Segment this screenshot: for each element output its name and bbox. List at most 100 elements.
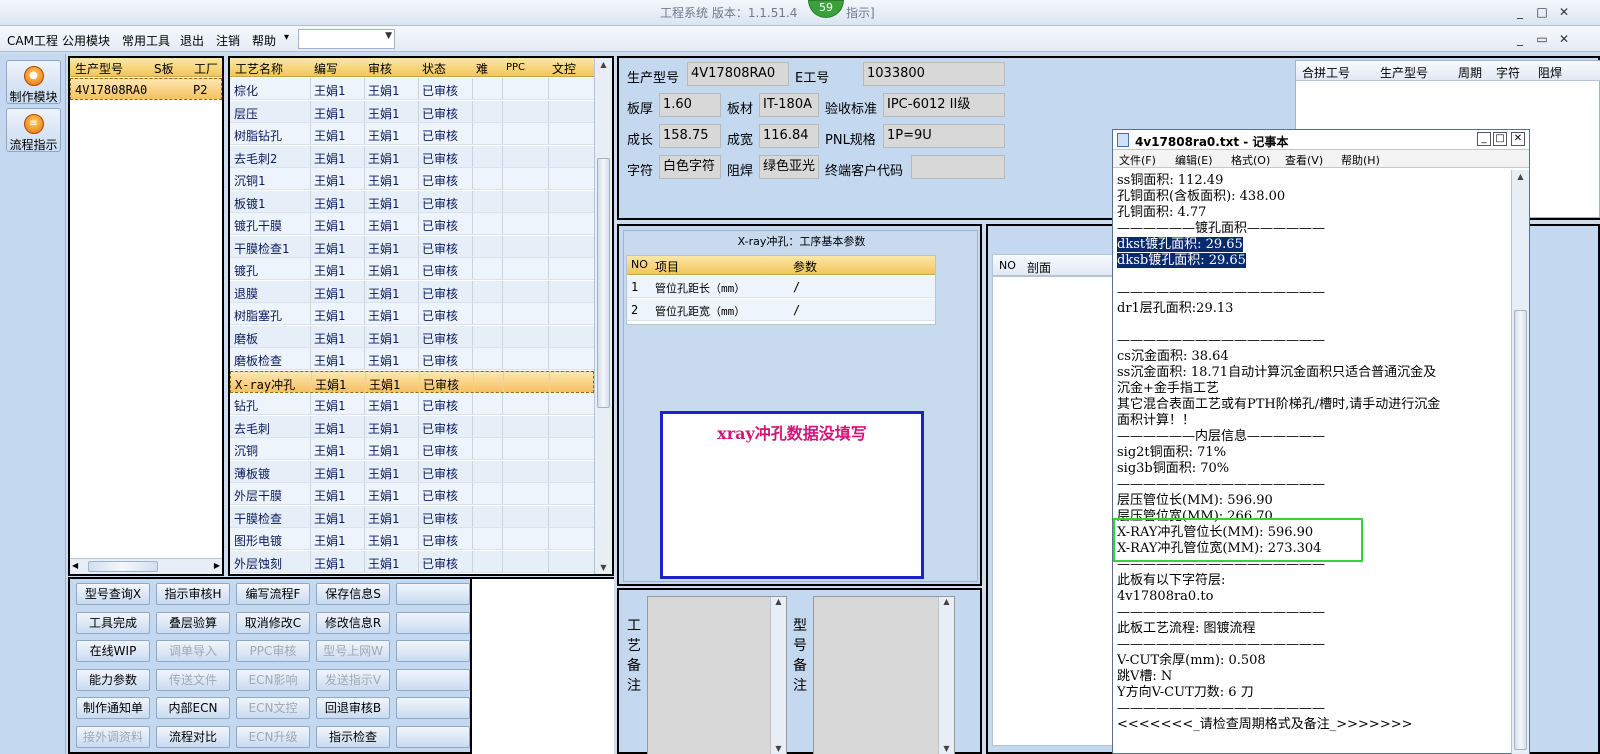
column-header[interactable]: NO	[999, 259, 1016, 272]
menu-tools[interactable]: 常用工具	[122, 32, 170, 49]
menu-dropdown-icon[interactable]: ▾	[284, 32, 289, 43]
table-row[interactable]: 棕化 王娟1 王娟1 已审核	[230, 78, 594, 100]
menu-exit[interactable]: 退出	[180, 32, 204, 49]
table-row[interactable]: 去毛刺 王娟1 王娟1 已审核	[230, 415, 594, 438]
action-button[interactable]: ECN升级	[236, 725, 310, 748]
table-row[interactable]: 4V17808RA0 P2	[70, 78, 222, 100]
column-header[interactable]: 状态	[422, 60, 446, 77]
table-row[interactable]: 沉铜1 王娟1 王娟1 已审核	[230, 168, 594, 190]
maximize-icon[interactable]: □	[1534, 4, 1550, 20]
scroll-thumb[interactable]	[597, 158, 610, 408]
table-row[interactable]: 磨板 王娟1 王娟1 已审核	[230, 325, 594, 348]
sidebar-item-make[interactable]: ● 制作模块	[6, 60, 61, 104]
minimize-icon[interactable]: _	[1477, 132, 1491, 146]
thickness-field[interactable]: 1.60	[659, 93, 721, 117]
sidebar-item-flow[interactable]: ≡ 流程指示	[6, 108, 61, 152]
action-button[interactable]: 型号上网W	[316, 640, 390, 662]
maximize-icon[interactable]: □	[1493, 132, 1507, 146]
table-row[interactable]: 去毛刺2 王娟1 王娟1 已审核	[230, 145, 594, 168]
table-row[interactable]: 图形电镀 王娟1 王娟1 已审核	[230, 528, 594, 550]
material-field[interactable]: IT-180A	[759, 93, 819, 117]
action-button[interactable]: 指示审核H	[156, 583, 230, 605]
action-button[interactable]: 修改信息R	[316, 611, 390, 634]
column-header[interactable]: 字符	[1496, 64, 1520, 81]
action-button[interactable]: PPC审核	[236, 640, 310, 662]
table-row[interactable]: 1 管位孔距长（mm） /	[627, 276, 935, 298]
table-row[interactable]: 沉铜 王娟1 王娟1 已审核	[230, 438, 594, 460]
column-header[interactable]: 工艺名称	[235, 60, 283, 77]
column-header[interactable]: 参数	[793, 258, 817, 275]
column-header[interactable]: 剖面	[1027, 259, 1051, 276]
close-icon[interactable]: ✕	[1511, 132, 1525, 146]
column-header[interactable]: 生产型号	[1380, 64, 1428, 81]
table-row[interactable]: 干膜检查 王娟1 王娟1 已审核	[230, 505, 594, 528]
menu-format[interactable]: 格式(O)	[1231, 152, 1270, 168]
standard-field[interactable]: IPC-6012 II级	[883, 93, 1005, 117]
column-header[interactable]: S板	[154, 60, 174, 77]
pnl-field[interactable]: 1P=9U	[883, 124, 1005, 148]
table-row[interactable]: 外层干膜 王娟1 王娟1 已审核	[230, 483, 594, 505]
model-field[interactable]: 4V17808RA0	[687, 62, 789, 86]
menu-edit[interactable]: 编辑(E)	[1175, 152, 1213, 168]
table-row[interactable]: 钻孔 王娟1 王娟1 已审核	[230, 393, 594, 415]
table-row[interactable]: 板镀1 王娟1 王娟1 已审核	[230, 190, 594, 213]
action-button[interactable]: 保存信息S	[316, 583, 390, 605]
model-remark-field[interactable]: ▲ ▼	[813, 596, 955, 754]
table-row[interactable]: 外层蚀刻 王娟1 王娟1 已审核	[230, 550, 594, 573]
vertical-scrollbar[interactable]: ▲ ▼	[938, 597, 954, 754]
column-header[interactable]: 项目	[655, 258, 679, 275]
column-header[interactable]: 编写	[314, 60, 338, 77]
column-header[interactable]: 生产型号	[75, 60, 123, 77]
column-header[interactable]: 工厂	[194, 60, 218, 77]
scroll-up-icon[interactable]: ▲	[1512, 172, 1529, 181]
close-icon[interactable]: ✕	[1556, 4, 1572, 20]
width-field[interactable]: 116.84	[759, 124, 819, 148]
action-button[interactable]: 工具完成	[76, 611, 150, 634]
notification-badge[interactable]: 59	[808, 0, 844, 18]
scroll-thumb[interactable]	[88, 561, 158, 572]
horizontal-scrollbar[interactable]: ◀ ▶	[70, 558, 222, 574]
table-row[interactable]: 退膜 王娟1 王娟1 已审核	[230, 280, 594, 303]
menu-view[interactable]: 查看(V)	[1285, 152, 1323, 168]
menu-combo-box[interactable]: ▼	[298, 29, 395, 49]
column-header[interactable]: 周期	[1458, 64, 1482, 81]
action-button[interactable]: 接外调资料	[76, 725, 150, 748]
action-button[interactable]	[396, 697, 470, 719]
action-button[interactable]: 回退审核B	[316, 697, 390, 719]
action-button[interactable]: 指示检查	[316, 725, 390, 748]
action-button[interactable]: 取消修改C	[236, 611, 310, 634]
action-button[interactable]: 型号查询X	[76, 583, 150, 605]
menu-cam[interactable]: CAM工程	[7, 32, 58, 49]
table-row[interactable]: 磨板检查 王娟1 王娟1 已审核	[230, 348, 594, 370]
mdi-restore-icon[interactable]: ▭	[1534, 31, 1550, 47]
column-header[interactable]: 合拼工号	[1302, 64, 1350, 81]
action-button[interactable]: 内部ECN	[156, 697, 230, 719]
action-button[interactable]: 流程对比	[156, 725, 230, 748]
action-button[interactable]	[396, 668, 470, 691]
mdi-minimize-icon[interactable]: _	[1512, 31, 1528, 47]
action-button[interactable]: 在线WIP	[76, 640, 150, 662]
menu-logout[interactable]: 注销	[216, 32, 240, 49]
action-button[interactable]	[396, 583, 470, 605]
length-field[interactable]: 158.75	[659, 124, 721, 148]
column-header[interactable]: 阻焊	[1538, 64, 1562, 81]
vertical-scrollbar[interactable]: ▲ ▼	[770, 597, 786, 754]
silkscreen-field[interactable]: 白色字符	[659, 155, 721, 179]
column-header[interactable]: NO	[631, 258, 648, 271]
action-button[interactable]: 发送指示V	[316, 668, 390, 691]
table-row[interactable]: X-ray冲孔 王娟1 王娟1 已审核	[230, 370, 594, 393]
table-row[interactable]: 镀孔 王娟1 王娟1 已审核	[230, 258, 594, 280]
table-row[interactable]: 薄板镀 王娟1 王娟1 已审核	[230, 460, 594, 483]
table-row[interactable]: 2 管位孔距宽（mm） /	[627, 299, 935, 321]
vertical-scrollbar[interactable]: ▲	[1511, 170, 1529, 754]
vertical-scrollbar[interactable]: ▲ ▼	[594, 58, 612, 574]
soldermask-field[interactable]: 绿色亚光	[759, 155, 819, 179]
menu-file[interactable]: 文件(F)	[1119, 152, 1156, 168]
table-row[interactable]: 树脂塞孔 王娟1 王娟1 已审核	[230, 303, 594, 325]
process-remark-field[interactable]: ▲ ▼	[647, 596, 787, 754]
menu-public[interactable]: 公用模块	[62, 32, 110, 49]
e-number-field[interactable]: 1033800	[863, 62, 1005, 86]
column-header[interactable]: 难	[476, 60, 488, 77]
column-header[interactable]: PPC	[506, 62, 525, 73]
action-button[interactable]: 能力参数	[76, 668, 150, 691]
